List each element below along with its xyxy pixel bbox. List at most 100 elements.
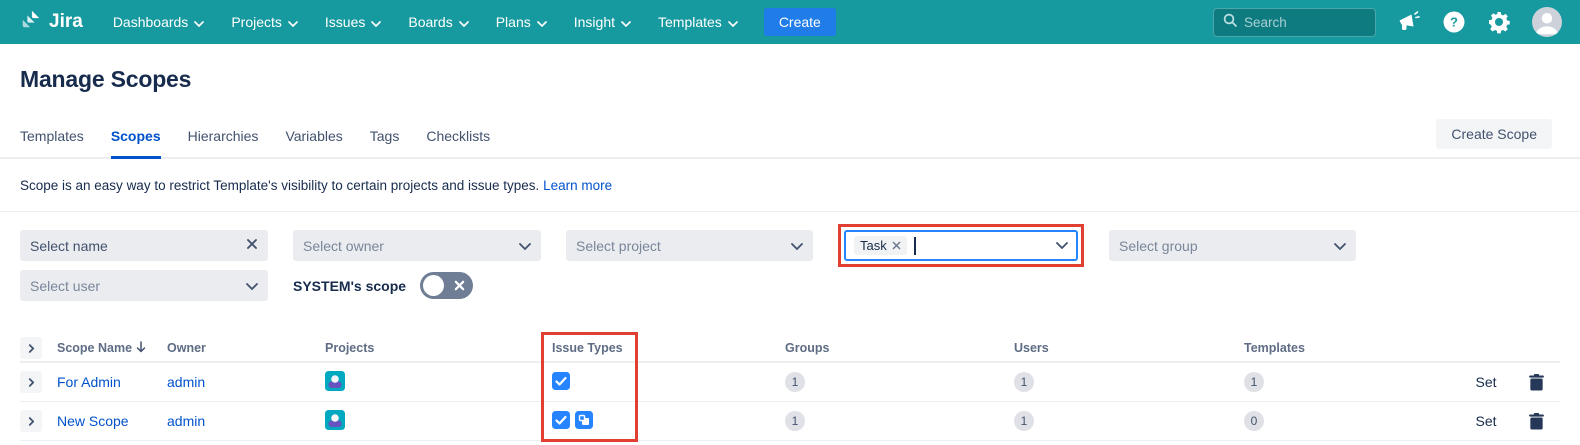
select-project-field[interactable]: Select project — [566, 230, 813, 261]
templates-count-badge[interactable]: 0 — [1244, 411, 1264, 431]
issue-type-subtask-icon[interactable] — [575, 411, 593, 432]
header-projects: Projects — [325, 341, 552, 355]
nav-item-issues[interactable]: Issues — [325, 14, 381, 30]
chevron-down-icon — [371, 14, 381, 30]
chevron-down-icon — [288, 14, 298, 30]
select-owner-field[interactable]: Select owner — [293, 230, 541, 261]
tab-templates[interactable]: Templates — [20, 128, 84, 157]
scopes-table: Scope Name Owner Projects Issue Types Gr… — [20, 335, 1560, 441]
create-scope-button[interactable]: Create Scope — [1436, 119, 1552, 149]
issue-type-task-icon[interactable] — [552, 411, 570, 432]
chevron-down-icon — [519, 237, 531, 255]
table-header-row: Scope Name Owner Projects Issue Types Gr… — [20, 335, 1560, 363]
users-count-badge[interactable]: 1 — [1014, 372, 1034, 392]
expand-all-button[interactable] — [20, 337, 42, 359]
select-user-placeholder: Select user — [30, 278, 100, 294]
header-owner[interactable]: Owner — [167, 341, 325, 355]
nav-item-boards[interactable]: Boards — [408, 14, 468, 30]
filter-row-1: Select name Select owner Select project … — [20, 230, 1560, 261]
nav-item-templates[interactable]: Templates — [658, 14, 738, 30]
select-owner-placeholder: Select owner — [303, 238, 384, 254]
scope-name-link[interactable]: For Admin — [57, 374, 121, 390]
set-link[interactable]: Set — [1460, 374, 1512, 390]
select-name-value: Select name — [30, 238, 108, 254]
expand-row-button[interactable] — [20, 371, 42, 393]
user-avatar[interactable] — [1532, 7, 1562, 37]
select-user-field[interactable]: Select user — [20, 270, 268, 301]
chevron-down-icon — [1056, 242, 1068, 249]
scope-description: Scope is an easy way to restrict Templat… — [0, 159, 1580, 212]
nav-item-plans[interactable]: Plans — [496, 14, 547, 30]
tab-tags[interactable]: Tags — [370, 128, 400, 157]
templates-count-badge[interactable]: 1 — [1244, 372, 1264, 392]
help-icon[interactable]: ? — [1442, 10, 1466, 34]
tabs-bar: Templates Scopes Hierarchies Variables T… — [0, 119, 1580, 159]
project-avatar-icon[interactable] — [325, 410, 345, 433]
issue-type-tag-label: Task — [860, 238, 887, 253]
expand-row-button[interactable] — [20, 410, 42, 432]
text-cursor — [914, 237, 916, 255]
description-text: Scope is an easy way to restrict Templat… — [20, 178, 539, 193]
owner-link[interactable]: admin — [167, 374, 205, 390]
sort-desc-icon — [136, 341, 146, 356]
jira-logo-text: Jira — [49, 11, 83, 33]
header-users: Users — [1014, 341, 1244, 355]
select-group-field[interactable]: Select group — [1109, 230, 1356, 261]
tab-scopes[interactable]: Scopes — [111, 128, 161, 159]
select-group-placeholder: Select group — [1119, 238, 1198, 254]
learn-more-link[interactable]: Learn more — [543, 178, 612, 193]
delete-scope-icon[interactable] — [1512, 374, 1560, 391]
nav-links: Dashboards Projects Issues Boards Plans … — [113, 14, 738, 30]
table-row: For Admin admin 1 1 1 Set — [20, 363, 1560, 402]
remove-tag-icon[interactable] — [892, 238, 901, 253]
header-scope-name[interactable]: Scope Name — [57, 341, 167, 356]
top-navbar: Jira Dashboards Projects Issues Boards P… — [0, 0, 1580, 44]
system-scope-toggle[interactable] — [420, 272, 473, 299]
header-groups: Groups — [785, 341, 1014, 355]
select-name-field[interactable]: Select name — [20, 230, 268, 261]
groups-count-badge[interactable]: 1 — [785, 372, 805, 392]
tab-variables[interactable]: Variables — [285, 128, 342, 157]
delete-scope-icon[interactable] — [1512, 413, 1560, 430]
nav-item-insight[interactable]: Insight — [574, 14, 631, 30]
jira-logo[interactable]: Jira — [20, 8, 83, 36]
search-input[interactable] — [1244, 15, 1354, 30]
issue-type-task-icon[interactable] — [552, 372, 570, 393]
system-scope-label: SYSTEM's scope — [293, 278, 406, 294]
scope-name-link[interactable]: New Scope — [57, 413, 129, 429]
svg-text:?: ? — [1450, 15, 1458, 30]
nav-item-dashboards[interactable]: Dashboards — [113, 14, 205, 30]
chevron-down-icon — [194, 14, 204, 30]
settings-icon[interactable] — [1487, 10, 1511, 34]
header-templates: Templates — [1244, 341, 1460, 355]
issue-type-tag: Task — [854, 236, 907, 255]
filter-row-2: Select user SYSTEM's scope — [20, 270, 1560, 301]
owner-link[interactable]: admin — [167, 413, 205, 429]
set-link[interactable]: Set — [1460, 413, 1512, 429]
chevron-down-icon — [246, 277, 258, 295]
search-icon — [1223, 13, 1237, 32]
select-issue-type-field[interactable]: Task — [844, 230, 1078, 261]
navbar-right: ? — [1213, 7, 1562, 37]
clear-icon[interactable] — [246, 237, 258, 255]
chevron-down-icon — [537, 14, 547, 30]
chevron-down-icon — [621, 14, 631, 30]
groups-count-badge[interactable]: 1 — [785, 411, 805, 431]
project-avatar-icon[interactable] — [325, 371, 345, 394]
tab-hierarchies[interactable]: Hierarchies — [188, 128, 259, 157]
toggle-knob — [423, 275, 444, 296]
megaphone-icon[interactable] — [1397, 11, 1421, 33]
create-button[interactable]: Create — [764, 8, 836, 36]
table-row: New Scope admin 1 1 0 Set — [20, 402, 1560, 441]
page-title: Manage Scopes — [20, 66, 1580, 93]
chevron-down-icon — [728, 14, 738, 30]
jira-logo-icon — [20, 8, 42, 36]
tab-checklists[interactable]: Checklists — [426, 128, 490, 157]
nav-item-projects[interactable]: Projects — [231, 14, 298, 30]
filters-panel: Select name Select owner Select project … — [0, 212, 1580, 301]
users-count-badge[interactable]: 1 — [1014, 411, 1034, 431]
chevron-down-icon — [1334, 237, 1346, 255]
annotation-box-issue-type-filter: Task — [838, 224, 1084, 267]
search-box[interactable] — [1213, 8, 1376, 37]
header-issue-types: Issue Types — [552, 341, 785, 355]
